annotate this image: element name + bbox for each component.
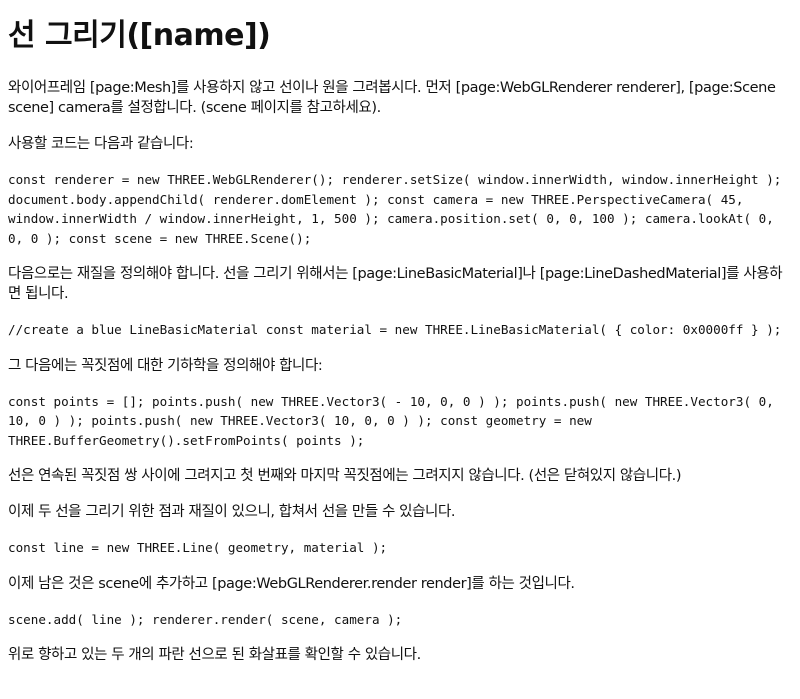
- render-code-block: scene.add( line ); renderer.render( scen…: [8, 611, 403, 627]
- geometry-paragraph: 그 다음에는 꼭짓점에 대한 기하학을 정의해야 합니다:: [8, 357, 323, 374]
- line-note-paragraph: 선은 연속된 꼭짓점 쌍 사이에 그려지고 첫 번째와 마지막 꼭짓점에는 그려…: [8, 468, 682, 484]
- geometry-code-block: const points = []; points.push( new THRE…: [8, 393, 774, 448]
- code-intro-paragraph: 사용할 코드는 다음과 같습니다:: [8, 136, 194, 152]
- combine-paragraph: 이제 두 선을 그리기 위한 점과 재질이 있으니, 합쳐서 선을 만들 수 있…: [8, 504, 456, 520]
- material-paragraph: 다음으로는 재질을 정의해야 합니다. 선을 그리기 위해서는 [page:Li…: [8, 266, 783, 302]
- page-title: 선 그리기([name]): [8, 18, 271, 53]
- intro-paragraph: 와이어프레임 [page:Mesh]를 사용하지 않고 선이나 원을 그려봅시다…: [8, 80, 776, 116]
- setup-code-block: const renderer = new THREE.WebGLRenderer…: [8, 172, 782, 246]
- render-paragraph: 이제 남은 것은 scene에 추가하고 [page:WebGLRenderer…: [8, 575, 575, 592]
- line-code-block: const line = new THREE.Line( geometry, m…: [8, 540, 388, 555]
- material-code-block: //create a blue LineBasicMaterial const …: [8, 322, 782, 337]
- result-paragraph: 위로 향하고 있는 두 개의 파란 선으로 된 화살표를 확인할 수 있습니다.: [8, 647, 421, 663]
